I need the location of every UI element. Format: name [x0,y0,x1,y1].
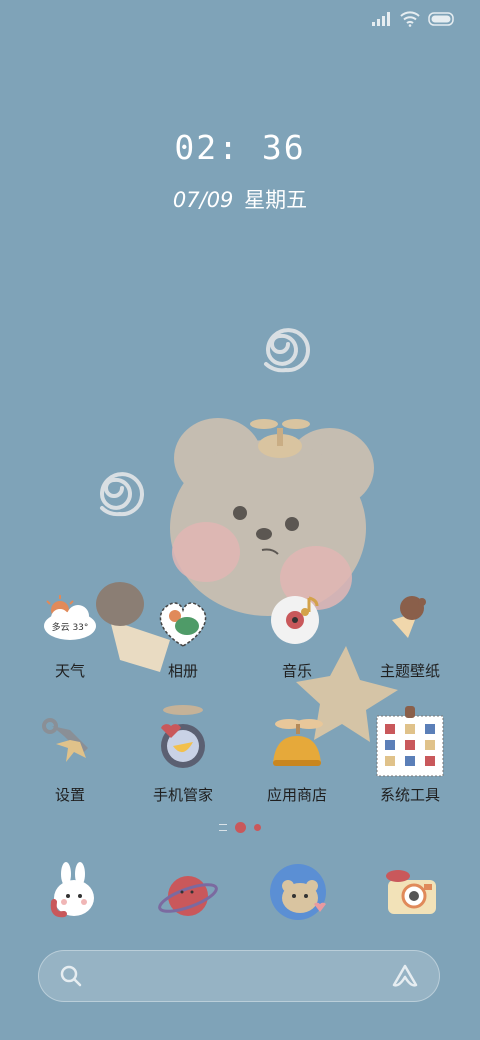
lockscreen-time: 02: 36 [174,128,306,167]
page-dot[interactable] [254,824,261,831]
app-gallery[interactable]: 相册 [127,590,239,681]
battery-icon [428,12,454,26]
wifi-icon [400,11,420,27]
settings-icon [38,714,102,778]
dock-camera[interactable] [378,860,448,930]
app-label: 音乐 [281,663,312,680]
weekday-text: 星期五 [244,188,308,212]
security-icon [151,702,215,778]
camera-icon [386,870,436,914]
app-label: 手机管家 [152,787,213,804]
app-system-tools[interactable]: 系统工具 [354,706,466,805]
messages-planet-icon [158,876,218,916]
lockscreen-date: 07/09 星期五 [0,184,480,214]
weather-icon: 多云 33° [38,590,102,654]
app-weather[interactable]: 多云 33° 天气 [14,590,126,681]
app-label: 应用商店 [266,787,327,804]
search-icon[interactable] [59,964,83,988]
phone-bunny-icon [50,862,94,918]
system-tools-icon [375,706,445,778]
assistant-icon[interactable] [391,963,419,989]
app-settings[interactable]: 设置 [14,714,126,805]
search-bar[interactable] [38,950,440,1002]
app-label: 主题壁纸 [379,663,440,680]
app-label: 相册 [167,663,198,680]
app-theme[interactable]: 主题壁纸 [354,590,466,681]
gallery-icon [151,590,215,654]
signal-icon [372,12,390,26]
dock-messages[interactable] [152,860,222,930]
page-dot-active[interactable] [235,822,246,833]
app-label: 系统工具 [379,787,440,804]
app-store[interactable]: 应用商店 [241,714,353,805]
theme-icon [378,590,442,654]
app-music[interactable]: 音乐 [241,590,353,681]
status-bar [372,8,456,30]
page-indicator[interactable] [0,822,480,833]
app-label: 设置 [54,787,85,804]
browser-bear-icon [270,864,326,920]
feed-page-icon[interactable] [219,824,227,831]
weather-widget-text: 多云 33° [51,623,89,633]
dock-browser[interactable] [266,860,336,930]
app-security[interactable]: 手机管家 [127,702,239,805]
app-label: 天气 [54,663,85,680]
app-store-icon [265,714,329,778]
date-text: 07/09 [172,188,234,212]
dock-phone[interactable] [40,860,110,930]
music-icon [265,590,329,654]
